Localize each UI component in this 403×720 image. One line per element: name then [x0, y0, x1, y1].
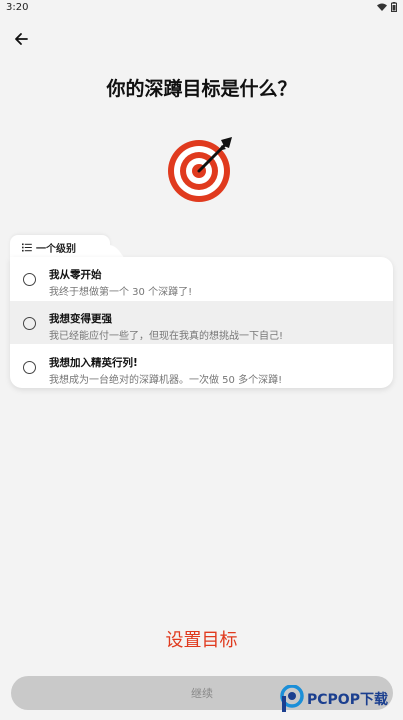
radio-button[interactable]: [23, 273, 36, 286]
level-tab-label: 一个级别: [36, 243, 76, 255]
level-tab: 一个级别: [10, 235, 110, 259]
target-arrow-icon: [168, 137, 232, 202]
option-description: 我已经能应付一些了，但现在我真的想挑战一下自己!: [49, 331, 284, 342]
status-bar: 3:20: [0, 0, 403, 18]
goal-options-card: 我从零开始 我终于想做第一个 30 个深蹲了! 我想变得更强 我已经能应付一些了…: [10, 257, 393, 388]
option-title: 我从零开始: [49, 269, 102, 281]
watermark-brand: PCPOP下载: [307, 692, 388, 708]
option-description: 我终于想做第一个 30 个深蹲了!: [49, 287, 193, 298]
option-elite[interactable]: 我想加入精英行列! 我想成为一台绝对的深蹲机器。一次做 50 多个深蹲!: [10, 345, 393, 388]
status-icons: [377, 2, 397, 12]
radio-button[interactable]: [23, 361, 36, 374]
option-beginner[interactable]: 我从零开始 我终于想做第一个 30 个深蹲了!: [10, 257, 393, 300]
status-time: 3:20: [6, 2, 29, 13]
arrow-left-icon: [15, 33, 28, 45]
option-title: 我想加入精英行列!: [49, 357, 138, 369]
option-stronger[interactable]: 我想变得更强 我已经能应付一些了，但现在我真的想挑战一下自己!: [10, 301, 393, 344]
page-title: 你的深蹲目标是什么？: [106, 78, 297, 100]
watermark-logo: PCPOP下载: [280, 683, 388, 715]
pcpop-logo-icon: [280, 685, 304, 712]
option-title: 我想变得更强: [49, 313, 112, 325]
option-description: 我想成为一台绝对的深蹲机器。一次做 50 多个深蹲!: [49, 375, 283, 386]
set-goal-link[interactable]: 设置目标: [0, 626, 403, 652]
wifi-icon: [377, 3, 387, 11]
radio-button[interactable]: [23, 317, 36, 330]
back-button[interactable]: [8, 26, 34, 52]
battery-icon: [391, 2, 397, 12]
list-icon: [22, 243, 32, 251]
